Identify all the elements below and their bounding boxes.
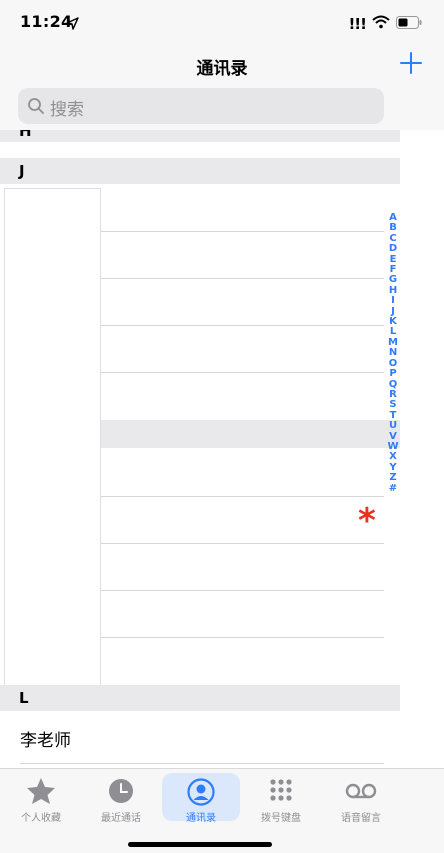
add-contact-button[interactable]	[398, 50, 424, 76]
plus-icon	[400, 52, 422, 74]
row-separator	[100, 637, 384, 638]
status-icons: !!!	[348, 14, 422, 33]
contacts-list[interactable]: H J L 李老师	[0, 130, 444, 768]
tab-label: 语音留言	[341, 813, 381, 824]
contact-name: 李老师	[20, 731, 71, 751]
section-header-l: L	[0, 685, 400, 711]
tab-label: 通讯录	[186, 813, 216, 824]
voicemail-icon	[322, 777, 400, 805]
section-header-h: H	[0, 130, 400, 142]
search-input[interactable]: 搜索	[18, 88, 384, 124]
index-letter[interactable]: U	[386, 420, 400, 431]
section-header-label: H	[19, 130, 32, 140]
row-separator	[20, 763, 384, 764]
tab-voicemail[interactable]: 语音留言	[322, 773, 400, 824]
section-header-label: L	[19, 689, 29, 707]
status-bar: 11:24 !!!	[0, 0, 444, 44]
index-letter[interactable]: Z	[386, 472, 400, 483]
search-icon	[27, 97, 45, 119]
section-header-label: J	[19, 162, 25, 180]
tab-label: 个人收藏	[21, 813, 61, 824]
section-index-bar[interactable]: A B C D E F G H I J K L M N O P Q R S T U V W X Y Z #	[386, 212, 400, 494]
index-letter[interactable]: #	[386, 483, 400, 494]
row-separator	[100, 496, 384, 497]
status-time: 11:24	[20, 12, 73, 31]
clock-icon	[82, 777, 160, 805]
search-placeholder: 搜索	[50, 100, 84, 120]
tab-recents[interactable]: 最近通话	[82, 773, 160, 824]
navigation-bar: 通讯录	[0, 44, 444, 84]
page-title: 通讯录	[196, 59, 248, 79]
row-separator	[100, 543, 384, 544]
keypad-icon	[242, 777, 320, 805]
row-separator	[100, 372, 384, 373]
search-area: 搜索	[0, 84, 444, 130]
battery-icon	[396, 14, 422, 33]
redacted-contact-names	[4, 188, 101, 688]
tab-favorites[interactable]: 个人收藏	[2, 773, 80, 824]
selected-row-highlight	[100, 420, 400, 448]
tab-label: 拨号键盘	[261, 813, 301, 824]
tab-keypad[interactable]: 拨号键盘	[242, 773, 320, 824]
cellular-signal-text: !!!	[348, 14, 367, 33]
person-circle-icon	[162, 777, 240, 807]
home-indicator	[128, 842, 272, 847]
tab-contacts[interactable]: 通讯录	[162, 773, 240, 824]
wifi-icon	[372, 14, 390, 33]
tab-label: 最近通话	[101, 813, 141, 824]
row-separator	[100, 231, 384, 232]
section-header-j: J	[0, 158, 400, 184]
row-separator	[100, 325, 384, 326]
index-letter[interactable]: P	[386, 368, 400, 379]
red-asterisk-marker: *	[358, 501, 376, 541]
contact-row[interactable]: 李老师	[20, 726, 71, 751]
location-arrow-icon	[66, 15, 79, 34]
row-separator	[100, 590, 384, 591]
tab-bar: 个人收藏 最近通话 通讯录 拨号键盘 语音留言	[0, 768, 444, 853]
row-separator	[100, 278, 384, 279]
star-icon	[2, 777, 80, 805]
